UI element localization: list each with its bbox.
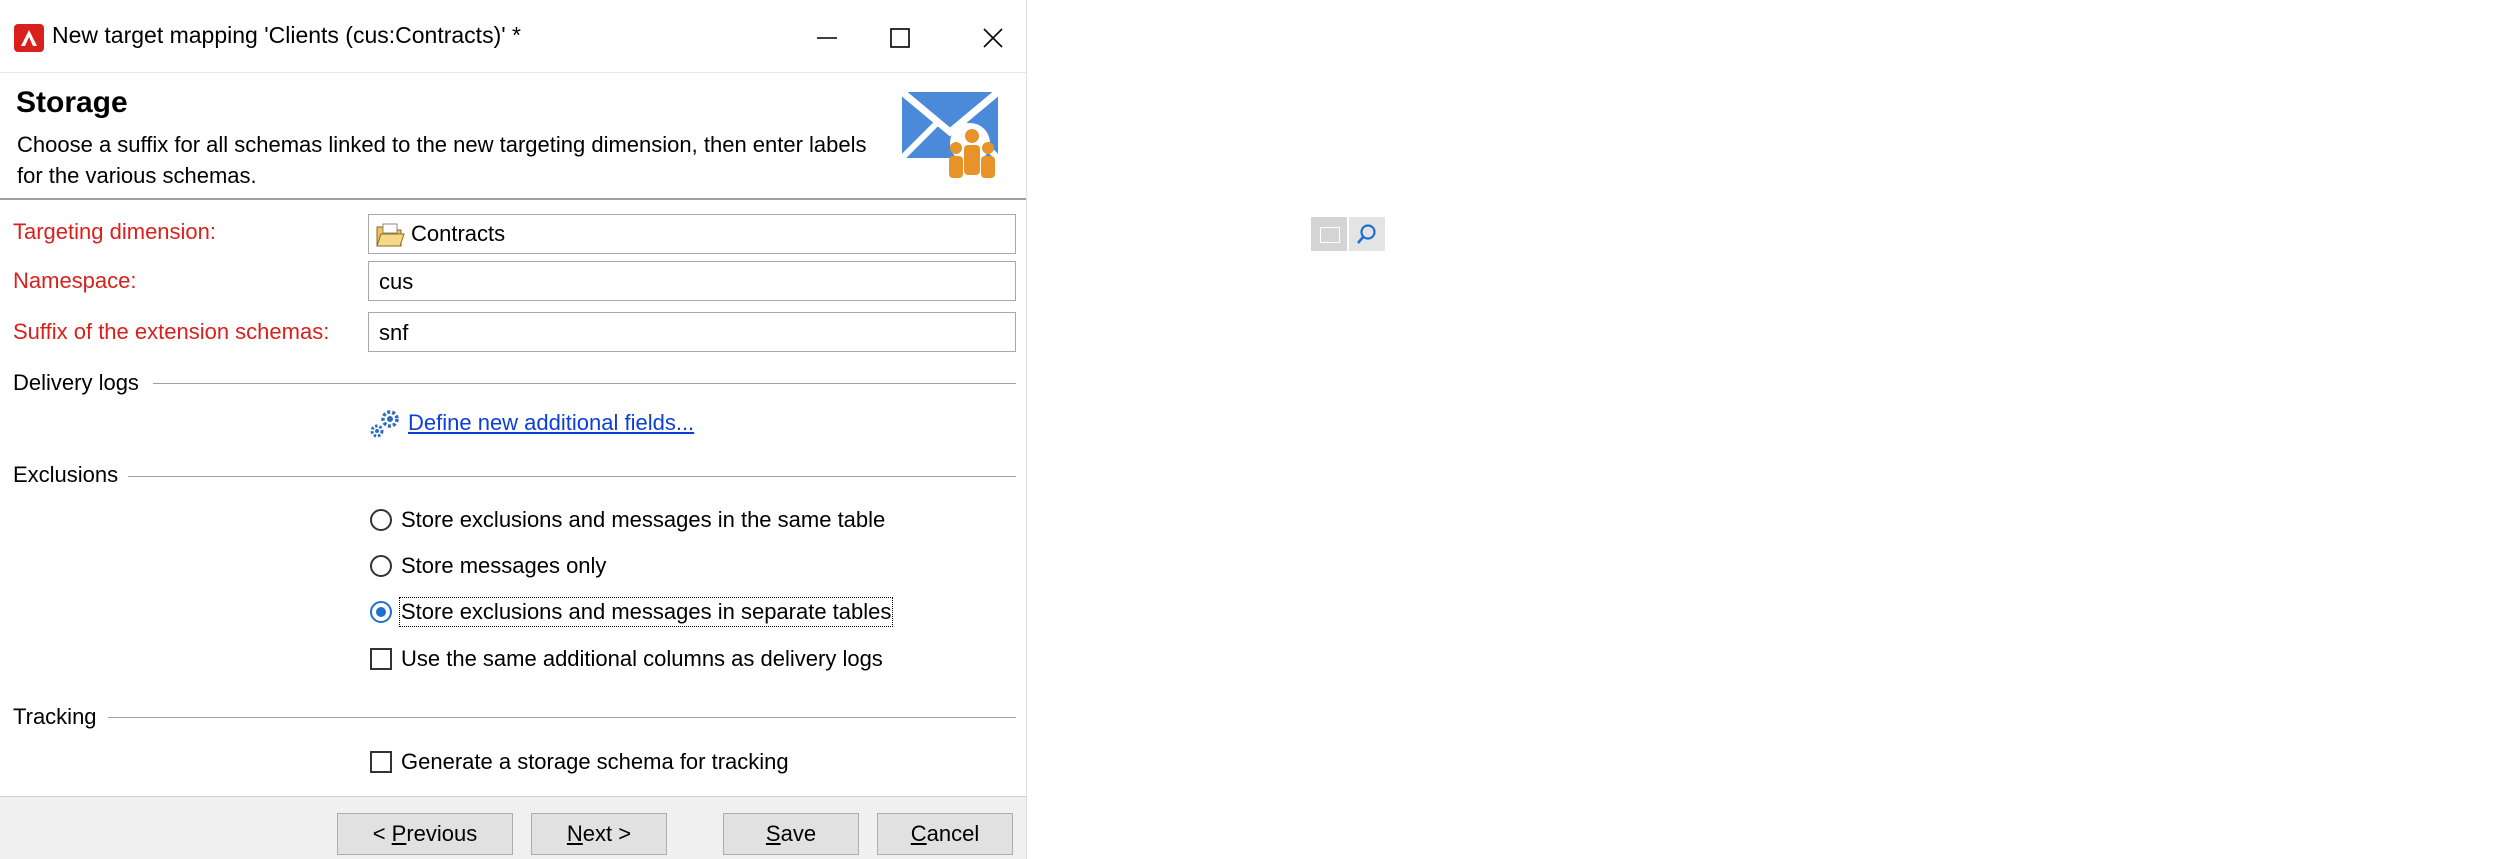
- suffix-input[interactable]: snf: [368, 312, 1016, 352]
- suffix-value: snf: [379, 320, 409, 345]
- targeting-dimension-field[interactable]: Contracts: [368, 214, 1385, 254]
- minimize-icon: [817, 37, 837, 39]
- mail-audience-icon: [900, 89, 1001, 178]
- delivery-logs-separator: [153, 383, 1016, 384]
- search-icon: [1357, 224, 1376, 244]
- targeting-dimension-value: Contracts: [411, 221, 506, 246]
- wizard-footer: < Previous Next > Save Cancel: [0, 797, 1026, 859]
- maximize-button[interactable]: [870, 14, 930, 60]
- namespace-value: cus: [379, 269, 414, 294]
- suffix-label: Suffix of the extension schemas:: [13, 319, 330, 344]
- previous-button[interactable]: < Previous: [337, 813, 513, 855]
- folder-icon: [376, 223, 405, 247]
- option-same-columns-label: Use the same additional columns as deliv…: [401, 646, 883, 671]
- checkbox-same-columns[interactable]: [370, 648, 392, 670]
- exclusions-separator: [128, 476, 1016, 477]
- gears-icon: [370, 410, 399, 438]
- close-icon: [983, 28, 1003, 48]
- namespace-input[interactable]: cus: [368, 261, 1016, 301]
- page-description: Choose a suffix for all schemas linked t…: [17, 132, 867, 188]
- wizard-header: Storage Choose a suffix for all schemas …: [0, 73, 1026, 198]
- tracking-separator: [108, 717, 1016, 718]
- targeting-dimension-label: Targeting dimension:: [13, 219, 217, 244]
- define-fields-link[interactable]: Define new additional fields...: [408, 410, 694, 436]
- option-same-table-label: Store exclusions and messages in the sam…: [401, 507, 886, 532]
- radio-separate-tables[interactable]: [370, 601, 392, 623]
- page-title: Storage: [16, 86, 128, 119]
- namespace-label: Namespace:: [13, 268, 137, 293]
- radio-same-table[interactable]: [370, 509, 392, 531]
- window-title: New target mapping 'Clients (cus:Contrac…: [52, 22, 521, 48]
- select-dimension-button[interactable]: [1349, 217, 1385, 251]
- option-messages-only-label: Store messages only: [401, 553, 607, 578]
- option-tracking-schema-label: Generate a storage schema for tracking: [401, 749, 789, 774]
- close-button[interactable]: [963, 14, 1023, 60]
- checkbox-tracking-schema[interactable]: [370, 751, 392, 773]
- maximize-icon: [890, 28, 910, 48]
- option-separate-tables-label: Store exclusions and messages in separat…: [398, 597, 894, 627]
- next-button[interactable]: Next >: [531, 813, 667, 855]
- cancel-button[interactable]: Cancel: [877, 813, 1013, 855]
- exclusions-section-label: Exclusions: [13, 462, 119, 487]
- tracking-section-label: Tracking: [13, 704, 97, 729]
- radio-messages-only[interactable]: [370, 555, 392, 577]
- minimize-button[interactable]: [797, 14, 857, 60]
- title-bar: New target mapping 'Clients (cus:Contrac…: [0, 0, 1026, 72]
- delivery-logs-section-label: Delivery logs: [13, 370, 139, 395]
- open-link-button[interactable]: [1311, 217, 1347, 251]
- wizard-window: New target mapping 'Clients (cus:Contrac…: [0, 0, 1385, 859]
- adobe-campaign-icon: [14, 24, 44, 52]
- header-separator: [0, 198, 1026, 200]
- save-button[interactable]: Save: [723, 813, 859, 855]
